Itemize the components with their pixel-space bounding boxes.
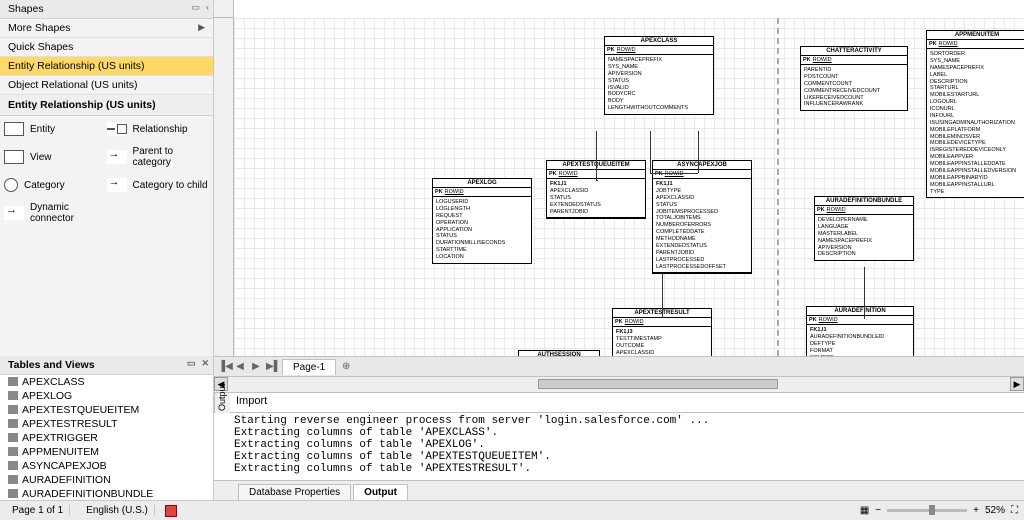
- active-stencil-title: Entity Relationship (US units): [0, 95, 213, 116]
- left-sidebar: Shapes ▭ ‹ More Shapes▶ Quick Shapes Ent…: [0, 0, 214, 500]
- entity-appmenuitem[interactable]: APPMENUITEMPKROWIDSORTORDERSYS_NAMENAMES…: [926, 30, 1024, 198]
- connector: [662, 273, 663, 318]
- stencil-relationship[interactable]: Relationship: [107, 122, 210, 136]
- stencil-er-row[interactable]: Entity Relationship (US units): [0, 57, 213, 76]
- connector: [596, 131, 597, 180]
- table-row[interactable]: APPMENUITEM: [0, 445, 213, 459]
- table-icon: [8, 391, 18, 400]
- ruler-corner: [214, 0, 234, 18]
- right-area: 12345678910 APEXCLASSPKROWIDNAMESPACEPRE…: [214, 0, 1024, 500]
- table-row[interactable]: APEXTRIGGER: [0, 431, 213, 445]
- table-icon: [8, 447, 18, 456]
- stencil-parent-cat[interactable]: Parent to category: [107, 146, 210, 168]
- page-add-icon[interactable]: ⊕: [340, 361, 352, 372]
- page-tabs-bar: ▐◀ ◀ ▶ ▶▌ Page-1 ⊕: [214, 356, 1024, 376]
- tab-output[interactable]: Output: [353, 484, 408, 500]
- entity-asyncapexjob[interactable]: ASYNCAPEXJOBPKROWIDFK1,I1JOBTYPEAPEXCLAS…: [652, 160, 752, 274]
- panel-window-icon[interactable]: ▭: [187, 358, 196, 369]
- fit-window-icon[interactable]: ⛶: [1011, 505, 1018, 516]
- connector: [596, 180, 598, 181]
- table-icon: [8, 419, 18, 428]
- zoom-in-icon[interactable]: +: [973, 505, 979, 516]
- panel-window-icon[interactable]: ▭: [191, 2, 200, 13]
- view-page-icon[interactable]: ▦: [860, 505, 869, 516]
- table-row[interactable]: APEXLOG: [0, 389, 213, 403]
- page-break-line: [777, 18, 779, 356]
- entity-apexclass[interactable]: APEXCLASSPKROWIDNAMESPACEPREFIXSYS_NAMEA…: [604, 36, 714, 115]
- stencil-category[interactable]: Category: [4, 178, 107, 192]
- shapes-panel-header: Shapes ▭ ‹: [0, 0, 213, 19]
- output-tabs: Database Properties Output: [214, 480, 1024, 500]
- output-vertical-tab[interactable]: Output: [214, 393, 230, 413]
- tab-db-properties[interactable]: Database Properties: [238, 484, 351, 500]
- drawing-canvas[interactable]: APEXCLASSPKROWIDNAMESPACEPREFIXSYS_NAMEA…: [234, 18, 1024, 356]
- macro-record-icon[interactable]: [165, 505, 177, 517]
- stencil-cat-child[interactable]: Category to child: [107, 178, 210, 192]
- output-panel: Output Import Starting reverse engineer …: [214, 392, 1024, 500]
- page-tab[interactable]: Page-1: [282, 359, 336, 375]
- status-page: Page 1 of 1: [6, 505, 70, 516]
- stencil-or-row[interactable]: Object Relational (US units): [0, 76, 213, 95]
- entity-chatteractivity[interactable]: CHATTERACTIVITYPKROWIDPARENTIDPOSTCOUNTC…: [800, 46, 908, 111]
- connector: [864, 267, 865, 319]
- table-icon: [8, 377, 18, 386]
- stencil-body: Entity Relationship View Parent to categ…: [0, 116, 213, 230]
- output-body: Starting reverse engineer process from s…: [214, 413, 1024, 480]
- entity-auradefinitionbundle[interactable]: AURADEFINITIONBUNDLEPKROWIDDEVELOPERNAME…: [814, 196, 914, 261]
- stencil-view[interactable]: View: [4, 146, 107, 168]
- scroll-right-button[interactable]: ▶: [1010, 377, 1024, 391]
- table-icon: [8, 461, 18, 470]
- page-last-icon[interactable]: ▶▌: [266, 361, 278, 372]
- zoom-slider[interactable]: [887, 509, 967, 512]
- chevron-right-icon: ▶: [198, 22, 205, 33]
- page-prev-icon[interactable]: ◀: [234, 361, 246, 372]
- scroll-thumb[interactable]: [538, 379, 778, 389]
- table-row[interactable]: APEXTESTRESULT: [0, 417, 213, 431]
- stencil-entity[interactable]: Entity: [4, 122, 107, 136]
- table-row[interactable]: APEXCLASS: [0, 375, 213, 389]
- more-shapes-row[interactable]: More Shapes▶: [0, 19, 213, 38]
- panel-collapse-icon[interactable]: ‹: [206, 2, 209, 13]
- table-icon: [8, 475, 18, 484]
- zoom-out-icon[interactable]: −: [875, 505, 881, 516]
- connector: [650, 131, 651, 173]
- table-icon: [8, 433, 18, 442]
- table-row[interactable]: AURADEFINITIONBUNDLE: [0, 487, 213, 501]
- output-title: Import: [230, 393, 1024, 413]
- entity-auradefinition[interactable]: AURADEFINITIONPKROWIDFK1,I1AURADEFINITIO…: [806, 306, 914, 356]
- table-row[interactable]: APEXTESTQUEUEITEM: [0, 403, 213, 417]
- table-icon: [8, 489, 18, 498]
- page-first-icon[interactable]: ▐◀: [218, 361, 230, 372]
- page-next-icon[interactable]: ▶: [250, 361, 262, 372]
- status-lang: English (U.S.): [80, 505, 155, 516]
- table-row[interactable]: ASYNCAPEXJOB: [0, 459, 213, 473]
- connector: [652, 173, 698, 174]
- table-row[interactable]: AURADEFINITION: [0, 473, 213, 487]
- quick-shapes-row[interactable]: Quick Shapes: [0, 38, 213, 57]
- status-bar: Page 1 of 1 English (U.S.) ▦ − + 52% ⛶: [0, 500, 1024, 520]
- tables-list: APEXCLASSAPEXLOGAPEXTESTQUEUEITEMAPEXTES…: [0, 375, 213, 501]
- horizontal-scrollbar[interactable]: ◀ ▶: [214, 376, 1024, 392]
- ruler-vertical: [214, 18, 234, 356]
- connector: [698, 131, 699, 173]
- stencil-dyn-conn[interactable]: Dynamic connector: [4, 202, 107, 224]
- entity-authsession[interactable]: AUTHSESSIONPKROWIDUSERSID: [518, 350, 600, 356]
- zoom-level[interactable]: 52%: [985, 505, 1005, 516]
- shapes-menu: More Shapes▶ Quick Shapes Entity Relatio…: [0, 19, 213, 95]
- entity-apexlog[interactable]: APEXLOGPKROWIDLOGUSERIDLOGLENGTHREQUESTO…: [432, 178, 532, 264]
- table-icon: [8, 405, 18, 414]
- panel-close-icon[interactable]: ✕: [201, 358, 209, 369]
- tables-panel-header: Tables and Views ▭ ✕: [0, 356, 213, 375]
